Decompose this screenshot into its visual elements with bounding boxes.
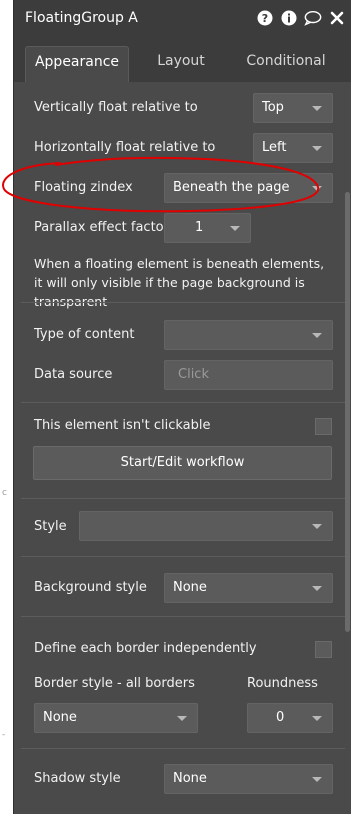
chevron-down-icon <box>312 586 322 591</box>
floating-zindex-value: Beneath the page <box>173 180 290 195</box>
scrollbar-thumb[interactable] <box>345 192 350 632</box>
parallax-label: Parallax effect factor <box>34 220 169 235</box>
data-source-label: Data source <box>34 367 113 382</box>
section-divider <box>21 302 345 303</box>
panel-header: FloatingGroup A ? <box>14 0 351 38</box>
header-icons: ? <box>256 9 346 27</box>
border-independent-label: Define each border independently <box>34 641 257 656</box>
horizontal-float-value: Left <box>262 140 287 155</box>
shadow-style-value: None <box>173 771 207 786</box>
vertical-float-select[interactable]: Top <box>253 93 333 123</box>
not-clickable-checkbox[interactable] <box>315 418 332 435</box>
chevron-down-icon <box>230 226 240 231</box>
data-source-input[interactable]: Click <box>164 360 333 390</box>
shadow-style-select[interactable]: None <box>164 764 333 794</box>
tab-appearance[interactable]: Appearance <box>25 46 129 82</box>
tab-layout[interactable]: Layout <box>140 46 222 82</box>
content-type-label: Type of content <box>34 327 135 342</box>
roundness-label: Roundness <box>247 676 318 691</box>
not-clickable-label: This element isn't clickable <box>34 418 211 433</box>
style-select[interactable] <box>79 511 333 541</box>
info-icon[interactable] <box>280 9 298 27</box>
border-independent-checkbox[interactable] <box>315 641 332 658</box>
floating-zindex-select[interactable]: Beneath the page <box>164 173 333 203</box>
help-icon[interactable]: ? <box>256 9 274 27</box>
chevron-down-icon <box>312 716 322 721</box>
close-icon[interactable] <box>328 9 346 27</box>
background-style-select[interactable]: None <box>164 573 333 603</box>
horizontal-float-select[interactable]: Left <box>253 133 333 163</box>
chevron-down-icon <box>312 186 322 191</box>
background-style-value: None <box>173 580 207 595</box>
vertical-float-value: Top <box>262 100 284 115</box>
background-artifact: - <box>2 730 6 740</box>
roundness-select[interactable]: 0 <box>247 703 333 733</box>
style-label: Style <box>34 519 67 534</box>
start-edit-workflow-button[interactable]: Start/Edit workflow <box>33 446 332 480</box>
data-source-placeholder: Click <box>178 367 209 382</box>
section-divider <box>21 748 345 749</box>
chevron-down-icon <box>312 524 322 529</box>
border-style-select[interactable]: None <box>34 703 198 733</box>
border-style-label: Border style - all borders <box>34 676 195 691</box>
background-style-label: Background style <box>34 580 147 595</box>
border-style-value: None <box>43 710 77 725</box>
shadow-style-label: Shadow style <box>34 771 121 786</box>
parallax-value: 1 <box>195 220 204 235</box>
chevron-down-icon <box>312 777 322 782</box>
section-divider <box>21 616 345 617</box>
horizontal-float-label: Horizontally float relative to <box>34 140 216 155</box>
comment-icon[interactable] <box>304 9 322 27</box>
vertical-float-label: Vertically float relative to <box>34 100 198 115</box>
tab-bar: Appearance Layout Conditional <box>14 38 351 82</box>
section-divider <box>21 498 345 499</box>
roundness-value: 0 <box>276 710 285 725</box>
tab-conditional[interactable]: Conditional <box>238 46 334 82</box>
chevron-down-icon <box>312 106 322 111</box>
property-editor-panel: FloatingGroup A ? Appearance Layout Cond… <box>13 0 351 814</box>
panel-title: FloatingGroup A <box>25 10 138 26</box>
chevron-down-icon <box>177 716 187 721</box>
section-divider <box>21 402 345 403</box>
chevron-down-icon <box>312 333 322 338</box>
chevron-down-icon <box>312 146 322 151</box>
scrollbar[interactable] <box>344 82 351 782</box>
section-divider <box>21 556 345 557</box>
svg-text:?: ? <box>262 12 268 25</box>
content-type-select[interactable] <box>164 320 333 350</box>
parallax-select[interactable]: 1 <box>164 213 251 243</box>
background-artifact: c <box>2 488 7 498</box>
floating-zindex-label: Floating zindex <box>34 180 133 195</box>
